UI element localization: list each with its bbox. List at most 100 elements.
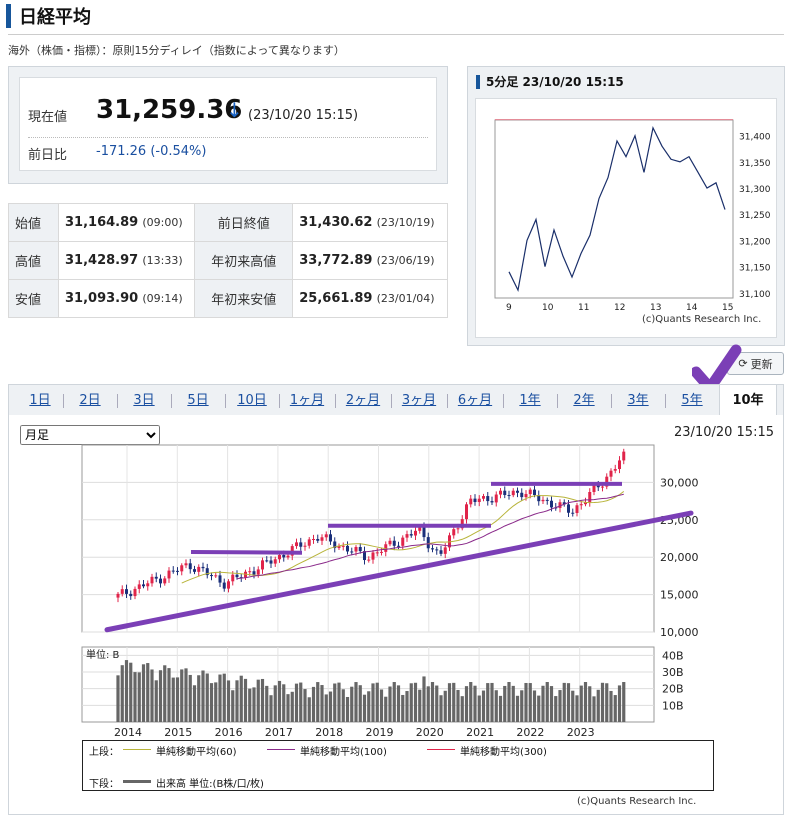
volume-bar <box>537 695 541 722</box>
candle-body <box>324 534 328 538</box>
volume-bar <box>341 689 345 722</box>
candle-body <box>452 529 456 536</box>
volume-bar <box>167 668 171 722</box>
y-tick-label: 31,300 <box>739 185 771 195</box>
candle-body <box>282 554 286 558</box>
plot-area <box>494 119 734 299</box>
y-tick-label: 15,000 <box>660 589 699 602</box>
divider <box>28 137 428 138</box>
table-row: 高値 31,428.97 (13:33) 年初来高値 33,772.89 (23… <box>8 241 448 280</box>
volume-bar <box>175 677 180 722</box>
open-time: (09:00) <box>142 216 183 229</box>
volume-bar <box>150 669 154 722</box>
y-tick-label: 31,350 <box>739 159 771 169</box>
tab-2[interactable]: 3日 <box>117 385 171 417</box>
current-label: 現在値 <box>28 110 68 125</box>
prev-close-label: 前日終値 <box>194 203 294 242</box>
volume-bar <box>273 685 277 722</box>
volume-bar <box>490 682 494 722</box>
tab-13[interactable]: 10年 <box>719 385 777 417</box>
candle-body <box>176 570 179 572</box>
candle-body <box>405 534 409 538</box>
volume-bar <box>464 686 469 722</box>
x-tick-label: 15 <box>722 303 733 313</box>
candle-body <box>579 504 583 506</box>
candle-body <box>473 498 477 503</box>
volume-bar <box>494 690 498 722</box>
tab-5[interactable]: 1ヶ月 <box>279 385 335 417</box>
candle-body <box>129 593 133 597</box>
x-tick-label: 2023 <box>567 726 595 739</box>
volume-bar <box>277 680 282 722</box>
volume-bar <box>260 678 265 722</box>
candle-body <box>154 576 158 579</box>
volume-bar <box>141 664 146 722</box>
candle-body <box>371 552 375 560</box>
resistance-line-annotation <box>190 549 303 555</box>
tab-3[interactable]: 5日 <box>171 385 225 417</box>
candle-body <box>477 498 481 503</box>
candle-body <box>116 593 120 598</box>
volume-bar <box>320 685 324 722</box>
volume-bar <box>392 682 396 722</box>
low-value: 31,093.90 <box>65 291 139 306</box>
refresh-label: 更新 <box>750 357 773 371</box>
candle-body <box>422 526 426 538</box>
candle-body <box>248 571 252 573</box>
tab-6[interactable]: 2ヶ月 <box>335 385 391 417</box>
quote-time: (23/10/20 15:15) <box>248 108 359 123</box>
volume-bar <box>328 691 333 722</box>
volume-bar <box>583 682 588 722</box>
volume-bar <box>447 683 452 722</box>
candle-body <box>465 504 468 520</box>
volume-bar <box>252 687 256 722</box>
candle-body <box>210 575 213 577</box>
ytd-low-label: 年初来安値 <box>194 279 294 318</box>
volume-bar <box>481 690 486 722</box>
volume-bar <box>562 682 566 722</box>
volume-bar <box>575 695 579 722</box>
tab-7[interactable]: 3ヶ月 <box>391 385 447 417</box>
volume-bar <box>120 665 124 722</box>
volume-bar <box>498 695 503 722</box>
volume-bar <box>571 690 575 722</box>
tab-9[interactable]: 1年 <box>503 385 557 417</box>
candle-body <box>320 537 324 541</box>
candle-body <box>392 540 396 546</box>
candle-body <box>354 547 358 552</box>
volume-bar <box>452 682 456 722</box>
volume-bar <box>456 689 460 722</box>
tab-1[interactable]: 2日 <box>63 385 117 417</box>
candle-body <box>146 583 150 587</box>
candle-body <box>218 575 222 583</box>
volume-bar <box>197 675 201 722</box>
down-arrow-icon: ↓ <box>226 98 243 122</box>
y-tick-label: 10,000 <box>660 626 699 639</box>
high-value: 31,428.97 <box>65 253 139 268</box>
intraday-header: 5分足 23/10/20 15:15 <box>476 73 624 90</box>
volume-bar <box>180 669 184 722</box>
candle-body <box>159 578 162 584</box>
volume-bar <box>354 682 358 722</box>
volume-bar <box>384 696 388 722</box>
tab-10[interactable]: 2年 <box>557 385 611 417</box>
tab-12[interactable]: 5年 <box>665 385 719 417</box>
tab-4[interactable]: 10日 <box>225 385 279 417</box>
candle-body <box>431 548 434 550</box>
candle-body <box>193 569 196 572</box>
candle-body <box>528 489 532 495</box>
candle-body <box>401 537 405 546</box>
volume-bar <box>532 690 537 722</box>
volume-bar <box>613 695 617 722</box>
volume-bar <box>239 675 243 722</box>
volume-bar <box>545 682 549 722</box>
candle-body <box>482 496 485 499</box>
candle-body <box>375 552 379 554</box>
candle-body <box>350 551 354 553</box>
volume-bar <box>515 695 520 722</box>
tab-11[interactable]: 3年 <box>611 385 665 417</box>
tab-8[interactable]: 6ヶ月 <box>447 385 503 417</box>
y-tick-label: 31,400 <box>739 133 771 143</box>
tab-0[interactable]: 1日 <box>17 385 63 417</box>
intraday-title: 5分足 23/10/20 15:15 <box>486 75 624 89</box>
